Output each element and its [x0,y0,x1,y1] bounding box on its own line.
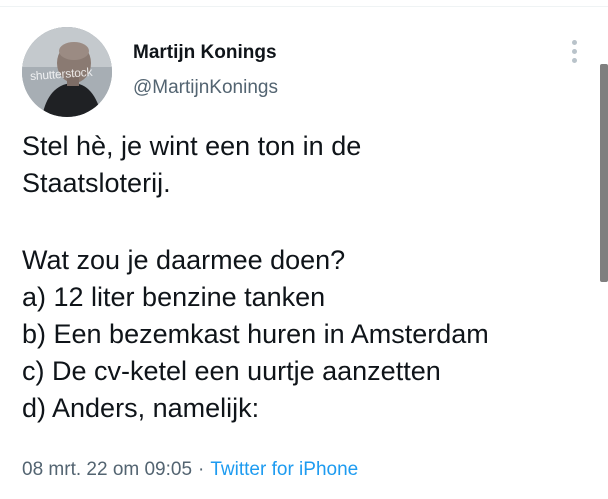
author-handle[interactable]: @MartijnKonings [133,77,278,99]
avatar[interactable]: shutterstock [22,27,112,117]
author-name[interactable]: Martijn Konings [133,42,277,64]
tweet-option-a: a) 12 liter benzine tanken [22,282,326,312]
tweet-source-link[interactable]: Twitter for iPhone [210,459,358,480]
tweet-option-b: b) Een bezemkast huren in Amsterdam [22,319,489,349]
tweet-line: Staatsloterij. [22,168,171,198]
more-vertical-icon[interactable] [567,40,581,66]
tweet-meta: 08 mrt. 22 om 09:05 · Twitter for iPhone [22,459,358,481]
scrollbar[interactable] [600,64,608,282]
tweet-option-c: c) De cv-ketel een uurtje aanzetten [22,356,441,386]
tweet-line: Stel hè, je wint een ton in de [22,131,362,161]
tweet-question: Wat zou je daarmee doen? [22,245,346,275]
tweet-timestamp[interactable]: 08 mrt. 22 om 09:05 [22,459,192,480]
top-divider [0,6,608,7]
tweet-text: Stel hè, je wint een ton in de Staatslot… [22,128,592,427]
meta-separator: · [198,459,205,480]
tweet-option-d: d) Anders, namelijk: [22,393,260,423]
